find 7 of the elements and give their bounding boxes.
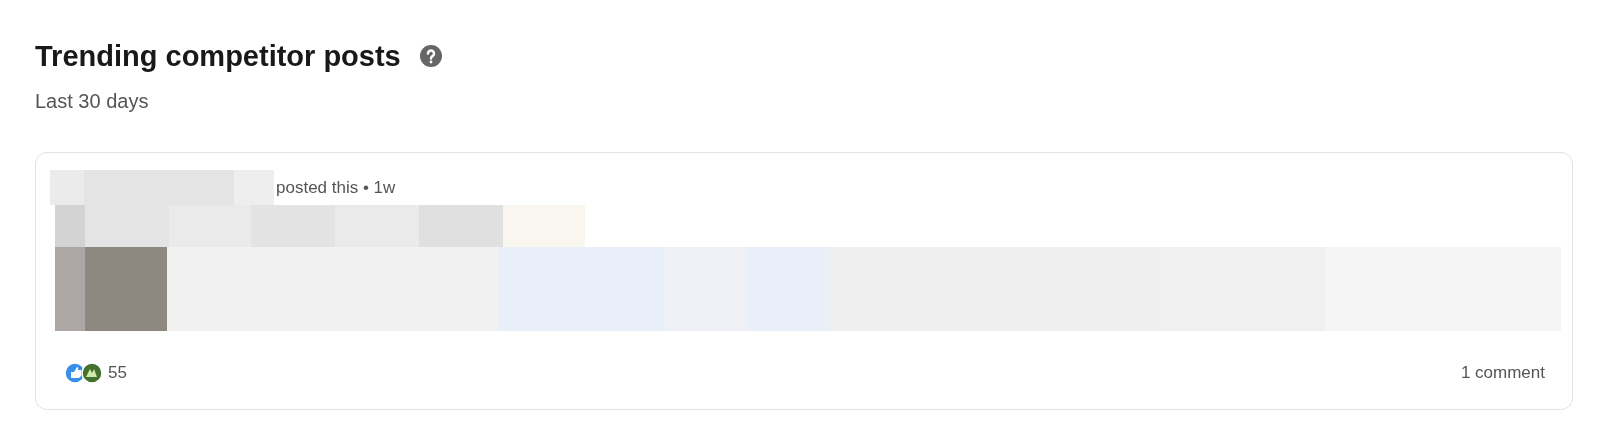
date-range: Last 30 days (35, 89, 150, 114)
post-byline: posted this • 1w (276, 176, 396, 199)
help-icon[interactable] (418, 44, 443, 68)
reaction-icons[interactable] (64, 361, 104, 384)
section-title: Trending competitor posts (35, 39, 401, 74)
comment-count[interactable]: 1 comment (1460, 360, 1545, 386)
reaction-count[interactable]: 55 (108, 360, 127, 386)
